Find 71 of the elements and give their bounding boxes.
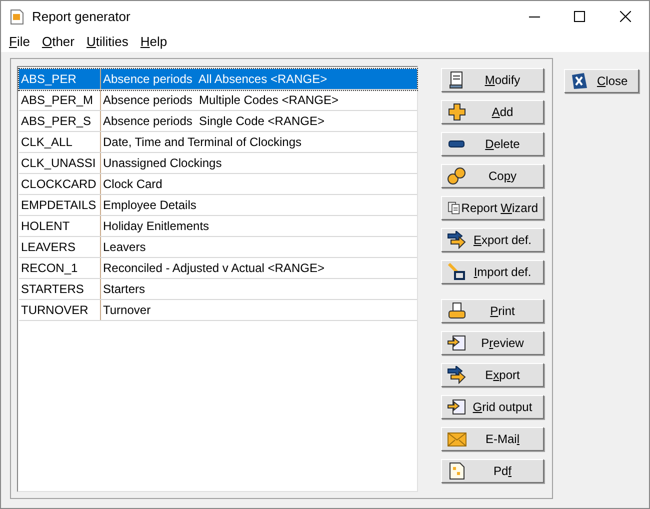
- window-title: Report generator: [32, 8, 130, 26]
- code-cell: ABS_PER_S: [19, 111, 101, 131]
- report-row[interactable]: CLK_UNASSI Unassigned Clockings: [19, 153, 417, 174]
- code-cell: CLK_ALL: [19, 132, 101, 152]
- code-cell: RECON_1: [19, 258, 101, 278]
- report-row[interactable]: RECON_1 Reconciled - Adjusted v Actual <RANGE>: [19, 258, 417, 279]
- code-cell: CLOCKCARD: [19, 174, 101, 194]
- output-button[interactable]: Print: [441, 299, 544, 323]
- code-cell: HOLENT: [19, 216, 101, 236]
- close-button[interactable]: Close: [564, 69, 639, 93]
- action-button[interactable]: Copy: [441, 164, 544, 188]
- output-button[interactable]: Grid output: [441, 395, 544, 419]
- action-button[interactable]: Add: [441, 100, 544, 124]
- description-cell-text: Turnover: [102, 302, 152, 319]
- action-button[interactable]: Report Wizard: [441, 196, 544, 220]
- output-button[interactable]: E-Mail: [441, 427, 544, 451]
- menu-item[interactable]: Help: [139, 32, 168, 52]
- pages-icon: [447, 199, 462, 217]
- description-cell-text: Reconciled - Adjusted v Actual <RANGE>: [102, 260, 326, 277]
- import-icon: [447, 263, 467, 281]
- action-button[interactable]: Import def.: [441, 260, 544, 284]
- printer-icon: [447, 302, 467, 320]
- circles-icon: [447, 167, 467, 185]
- code-cell: EMPDETAILS: [19, 195, 101, 215]
- report-row[interactable]: HOLENT Holiday Enitlements: [19, 216, 417, 237]
- description-cell-text: Leavers: [102, 239, 147, 256]
- report-row[interactable]: CLOCKCARD Clock Card: [19, 174, 417, 195]
- code-cell: CLK_UNASSI: [19, 153, 101, 173]
- output-button[interactable]: Pdf: [441, 459, 544, 483]
- action-button[interactable]: Delete: [441, 132, 544, 156]
- description-cell-text: Absence periods All Absences <RANGE>: [102, 71, 328, 88]
- report-icon: [10, 8, 24, 24]
- report-row[interactable]: ABS_PER_M Absence periods Multiple Codes <RANGE>: [19, 90, 417, 111]
- envelope-icon: [447, 430, 467, 448]
- menu-item[interactable]: File: [8, 32, 31, 52]
- menu-item[interactable]: Other: [40, 32, 76, 52]
- code-cell: TURNOVER: [19, 300, 101, 320]
- code-cell: ABS_PER: [19, 69, 101, 89]
- description-cell-text: Clock Card: [102, 176, 164, 193]
- description-cell-text: Holiday Enitlements: [102, 218, 210, 235]
- report-row[interactable]: ABS_PER Absence periods All Absences <RANGE>: [19, 69, 417, 90]
- close-icon[interactable]: [620, 11, 631, 22]
- code-cell: ABS_PER_M: [19, 90, 101, 110]
- arrows-icon: [447, 366, 467, 384]
- x-icon: [570, 72, 588, 90]
- maximize-icon[interactable]: [574, 11, 585, 22]
- description-cell-text: Employee Details: [102, 197, 198, 214]
- arrows-icon: [447, 231, 467, 249]
- plus-icon: [447, 103, 467, 121]
- action-button[interactable]: Export def.: [441, 228, 544, 252]
- pdf-page-icon: [447, 462, 467, 480]
- report-row[interactable]: STARTERS Starters: [19, 279, 417, 300]
- report-list[interactable]: [17, 66, 418, 492]
- action-button[interactable]: Modify: [441, 68, 544, 92]
- description-cell-text: Starters: [102, 281, 146, 298]
- report-row[interactable]: CLK_ALL Date, Time and Terminal of Clockings: [19, 132, 417, 153]
- preview-icon: [447, 334, 467, 352]
- description-cell-text: Unassigned Clockings: [102, 155, 223, 172]
- code-cell: LEAVERS: [19, 237, 101, 257]
- description-cell-text: Absence periods Single Code <RANGE>: [102, 113, 326, 130]
- report-row[interactable]: LEAVERS Leavers: [19, 237, 417, 258]
- output-button[interactable]: Export: [441, 363, 544, 387]
- output-button[interactable]: Preview: [441, 331, 544, 355]
- description-cell-text: Date, Time and Terminal of Clockings: [102, 134, 303, 151]
- menu-item[interactable]: Utilities: [86, 32, 130, 52]
- report-row[interactable]: TURNOVER Turnover: [19, 300, 417, 321]
- preview-icon: [447, 398, 467, 416]
- code-cell: STARTERS: [19, 279, 101, 299]
- description-cell-text: Absence periods Multiple Codes <RANGE>: [102, 92, 340, 109]
- report-row[interactable]: EMPDETAILS Employee Details: [19, 195, 417, 216]
- report-row[interactable]: ABS_PER_S Absence periods Single Code <RANGE>: [19, 111, 417, 132]
